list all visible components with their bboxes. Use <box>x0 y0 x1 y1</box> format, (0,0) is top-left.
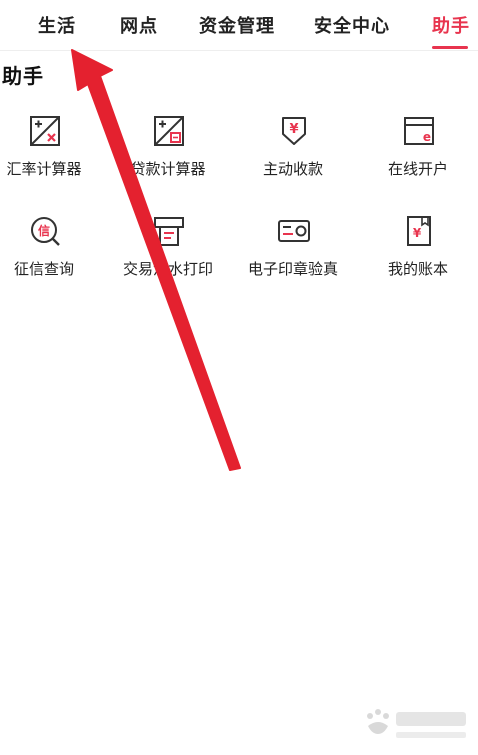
tool-loan-calculator[interactable]: 贷款计算器 <box>110 114 226 204</box>
tool-my-ledger[interactable]: ¥ 我的账本 <box>360 214 476 304</box>
statement-print-icon <box>154 217 184 246</box>
tab-branches[interactable]: 网点 <box>120 12 158 40</box>
tool-credit-inquiry[interactable]: 信 征信查询 <box>0 214 102 304</box>
tool-label: 在线开户 <box>387 160 448 178</box>
tool-transaction-statement-print[interactable]: 交易流水打印 <box>110 214 226 304</box>
tool-exchange-rate-calculator[interactable]: 汇率计算器 <box>0 114 102 204</box>
tool-online-account-opening[interactable]: e 在线开户 <box>360 114 476 204</box>
tool-label: 主动收款 <box>262 160 323 178</box>
e-seal-verify-icon <box>278 220 310 242</box>
tool-label: 汇率计算器 <box>6 160 82 178</box>
yuan-receive-icon: ¥ <box>282 117 306 145</box>
baidu-jingyan-watermark <box>367 709 466 738</box>
tool-active-collection[interactable]: ¥ 主动收款 <box>235 114 351 204</box>
tool-label: 电子印章验真 <box>247 260 338 278</box>
tool-label: 我的账本 <box>387 260 448 278</box>
svg-text:¥: ¥ <box>413 226 422 240</box>
loan-calculator-icon <box>154 116 184 146</box>
top-tab-bar: 生活 网点 资金管理 安全中心 助手 <box>0 0 478 51</box>
tab-security-center[interactable]: 安全中心 <box>314 12 390 40</box>
tool-label: 交易流水打印 <box>122 260 213 278</box>
tool-label: 征信查询 <box>13 260 74 278</box>
tab-fund-management[interactable]: 资金管理 <box>199 12 275 40</box>
tool-label: 贷款计算器 <box>130 160 206 178</box>
ledger-book-icon: ¥ <box>407 216 431 246</box>
active-tab-indicator <box>432 46 468 49</box>
svg-text:¥: ¥ <box>289 122 298 137</box>
tab-assistant[interactable]: 助手 <box>432 12 470 40</box>
tool-e-seal-verification[interactable]: 电子印章验真 <box>235 214 351 304</box>
svg-text:信: 信 <box>38 223 50 238</box>
section-title: 助手 <box>2 64 44 88</box>
svg-text:e: e <box>423 130 431 144</box>
credit-search-icon: 信 <box>31 217 60 246</box>
tab-life[interactable]: 生活 <box>38 12 76 40</box>
exchange-rate-calculator-icon <box>30 116 60 146</box>
online-account-icon: e <box>404 117 434 145</box>
